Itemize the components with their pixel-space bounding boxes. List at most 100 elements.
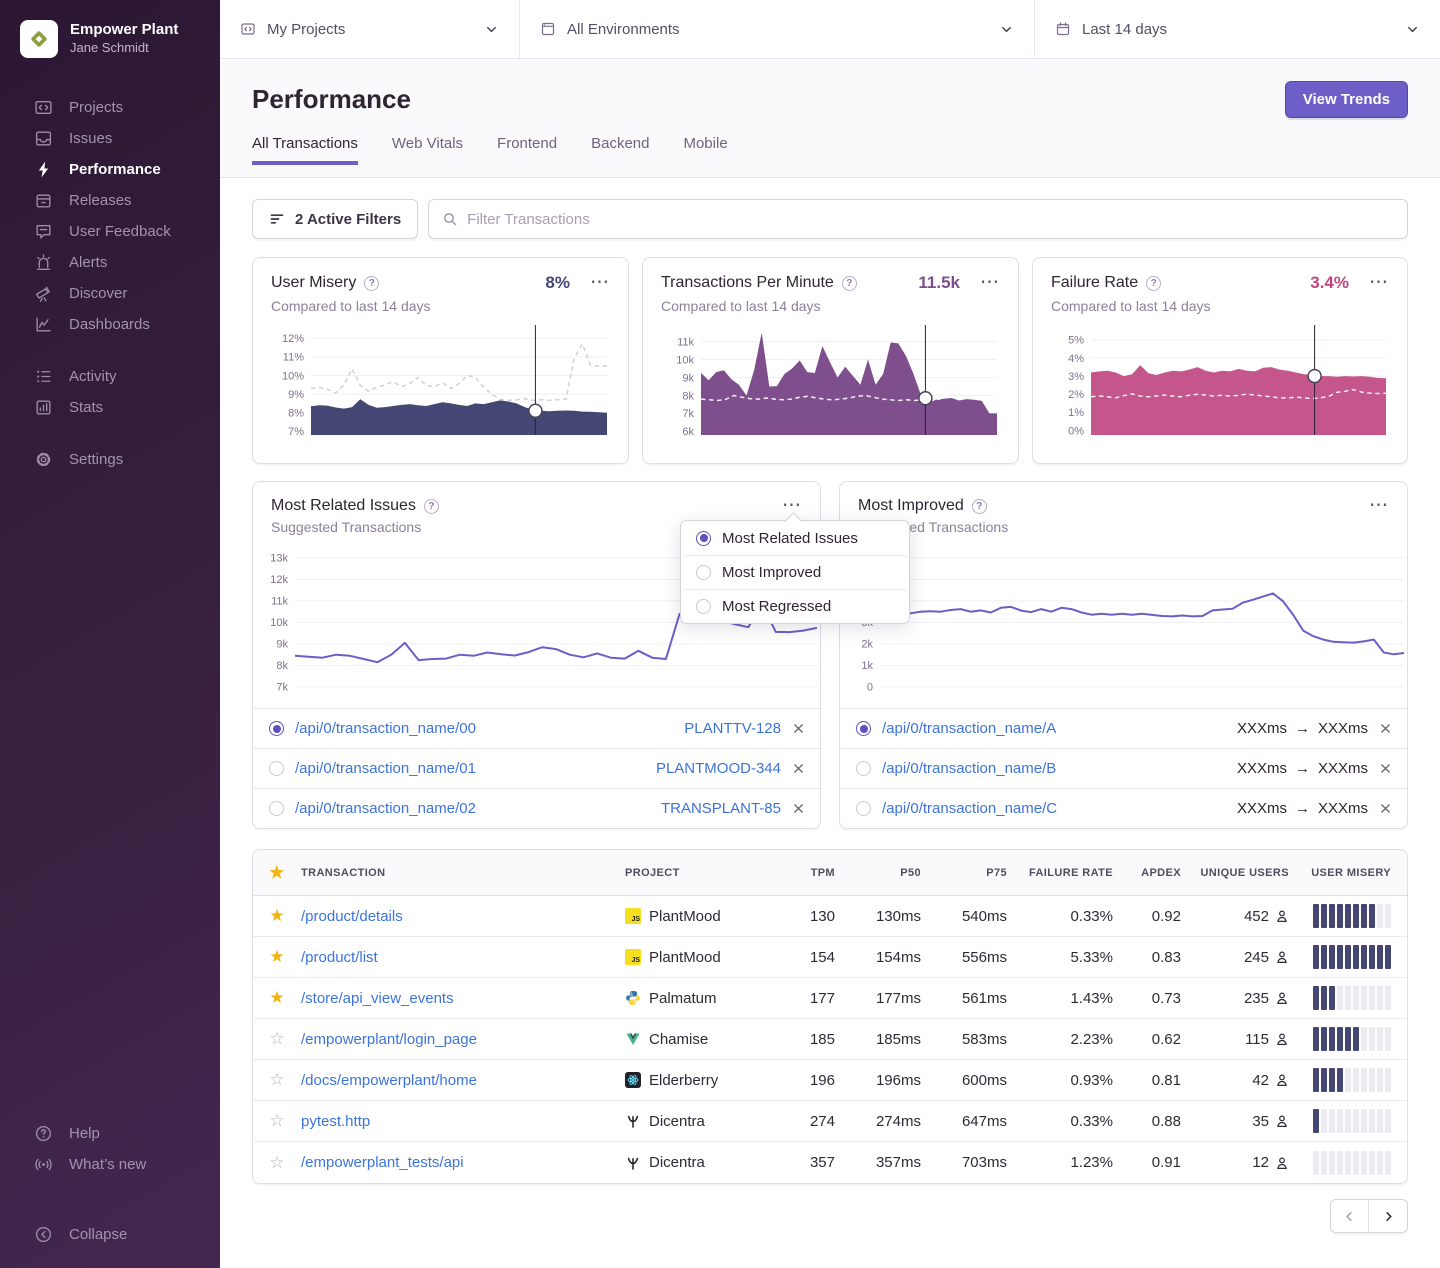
radio-button[interactable] xyxy=(269,801,284,816)
sidebar-item-stats[interactable]: Stats xyxy=(0,392,220,423)
radio-button[interactable] xyxy=(856,721,871,736)
close-icon[interactable] xyxy=(1380,723,1391,734)
transaction-link[interactable]: /product/details xyxy=(301,908,403,925)
sidebar-item-projects[interactable]: Projects xyxy=(0,92,220,123)
transaction-link[interactable]: pytest.http xyxy=(301,1113,370,1130)
transaction-link[interactable]: /api/0/transaction_name/C xyxy=(882,800,1057,817)
column-header: PROJECT xyxy=(625,867,765,879)
next-page-button[interactable] xyxy=(1369,1200,1407,1232)
transaction-link[interactable]: /api/0/transaction_name/01 xyxy=(295,760,476,777)
star-toggle[interactable]: ☆ xyxy=(253,1029,301,1049)
sidebar-item-releases[interactable]: Releases xyxy=(0,185,220,216)
star-toggle[interactable]: ☆ xyxy=(253,1070,301,1090)
close-icon[interactable] xyxy=(1380,803,1391,814)
project-name: PlantMood xyxy=(649,908,721,925)
transaction-link[interactable]: /product/list xyxy=(301,949,378,966)
radio-button[interactable] xyxy=(856,801,871,816)
tpm-value: 357 xyxy=(765,1154,835,1171)
transaction-link[interactable]: /empowerplant/login_page xyxy=(301,1031,477,1048)
issue-link[interactable]: PLANTTV-128 xyxy=(684,720,781,737)
sidebar-item-performance[interactable]: Performance xyxy=(0,154,220,185)
help-icon[interactable]: ? xyxy=(364,276,379,291)
sidebar-item-alerts[interactable]: Alerts xyxy=(0,247,220,278)
help-icon[interactable]: ? xyxy=(972,499,987,514)
more-options-icon[interactable]: ⋯ xyxy=(1369,501,1389,511)
more-options-icon[interactable]: ⋯ xyxy=(980,278,1000,288)
view-trends-button[interactable]: View Trends xyxy=(1285,81,1408,118)
active-filters-button[interactable]: 2 Active Filters xyxy=(252,199,418,239)
more-options-icon[interactable]: ⋯ xyxy=(1369,278,1389,288)
sidebar-item-whats-new[interactable]: What’s new xyxy=(0,1149,220,1180)
help-icon[interactable]: ? xyxy=(424,499,439,514)
tab-backend[interactable]: Backend xyxy=(591,135,649,165)
tab-frontend[interactable]: Frontend xyxy=(497,135,557,165)
transaction-link[interactable]: /store/api_view_events xyxy=(301,990,454,1007)
transaction-link[interactable]: /api/0/transaction_name/02 xyxy=(295,800,476,817)
sidebar-item-help[interactable]: Help xyxy=(0,1118,220,1149)
page-title: Performance xyxy=(252,84,411,115)
radio-button[interactable] xyxy=(269,761,284,776)
issue-link[interactable]: PLANTMOOD-344 xyxy=(656,760,781,777)
star-toggle[interactable]: ★ xyxy=(253,988,301,1008)
radio-button[interactable] xyxy=(269,721,284,736)
menu-item-most-related-issues[interactable]: Most Related Issues xyxy=(681,521,909,555)
issue-link[interactable]: TRANSPLANT-85 xyxy=(661,800,781,817)
transaction-link[interactable]: /api/0/transaction_name/00 xyxy=(295,720,476,737)
menu-item-label: Most Related Issues xyxy=(722,530,858,547)
tab-bar: All Transactions Web Vitals Frontend Bac… xyxy=(252,135,1408,165)
more-options-icon[interactable]: ⋯ xyxy=(590,278,610,288)
tab-all-transactions[interactable]: All Transactions xyxy=(252,135,358,165)
project-selector[interactable]: My Projects xyxy=(220,0,520,58)
user-icon xyxy=(1275,1114,1289,1128)
close-icon[interactable] xyxy=(793,723,804,734)
user-misery-bars xyxy=(1289,945,1407,969)
close-icon[interactable] xyxy=(793,763,804,774)
broadcast-icon xyxy=(34,1155,53,1174)
date-range-value: Last 14 days xyxy=(1082,21,1167,38)
help-icon[interactable]: ? xyxy=(1146,276,1161,291)
transaction-link[interactable]: /api/0/transaction_name/A xyxy=(882,720,1056,737)
star-toggle[interactable]: ★ xyxy=(253,906,301,926)
svg-text:12%: 12% xyxy=(282,333,304,345)
more-options-icon[interactable]: ⋯ xyxy=(782,501,802,511)
transaction-link[interactable]: /docs/empowerplant/home xyxy=(301,1072,477,1089)
apdex-value: 0.91 xyxy=(1113,1154,1181,1171)
related-transaction-list: /api/0/transaction_name/00 PLANTTV-128 /… xyxy=(253,708,820,828)
star-toggle[interactable]: ★ xyxy=(253,947,301,967)
radio-button[interactable] xyxy=(856,761,871,776)
svg-text:1%: 1% xyxy=(1068,407,1084,419)
active-filters-label: 2 Active Filters xyxy=(295,211,401,228)
tab-web-vitals[interactable]: Web Vitals xyxy=(392,135,463,165)
star-toggle[interactable]: ☆ xyxy=(253,1153,301,1173)
environment-selector[interactable]: All Environments xyxy=(520,0,1035,58)
sidebar-item-issues[interactable]: Issues xyxy=(0,123,220,154)
svg-text:10%: 10% xyxy=(282,370,304,382)
sidebar-collapse-button[interactable]: Collapse xyxy=(0,1219,220,1250)
platform-icon-javascript: JS xyxy=(625,908,641,924)
search-input[interactable] xyxy=(467,211,1394,228)
alerts-icon xyxy=(34,253,53,272)
sidebar-item-user-feedback[interactable]: User Feedback xyxy=(0,216,220,247)
transaction-link[interactable]: /api/0/transaction_name/B xyxy=(882,760,1056,777)
platform-icon-dicentra xyxy=(625,1155,641,1171)
pagination xyxy=(1330,1199,1408,1233)
project-cell: Dicentra xyxy=(625,1113,765,1130)
menu-item-most-improved[interactable]: Most Improved xyxy=(681,555,909,589)
date-range-selector[interactable]: Last 14 days xyxy=(1035,0,1440,58)
sidebar-item-settings[interactable]: Settings xyxy=(0,444,220,475)
close-icon[interactable] xyxy=(1380,763,1391,774)
help-icon[interactable]: ? xyxy=(842,276,857,291)
star-toggle[interactable]: ☆ xyxy=(253,1111,301,1131)
p50-value: 185ms xyxy=(835,1031,921,1048)
previous-page-button[interactable] xyxy=(1331,1200,1369,1232)
org-switcher[interactable]: Empower Plant Jane Schmidt xyxy=(0,0,220,58)
sidebar-item-discover[interactable]: Discover xyxy=(0,278,220,309)
sidebar-item-label: Issues xyxy=(69,130,112,147)
tab-mobile[interactable]: Mobile xyxy=(683,135,727,165)
sidebar-item-dashboards[interactable]: Dashboards xyxy=(0,309,220,340)
sidebar-item-activity[interactable]: Activity xyxy=(0,361,220,392)
close-icon[interactable] xyxy=(793,803,804,814)
releases-icon xyxy=(34,191,53,210)
menu-item-most-regressed[interactable]: Most Regressed xyxy=(681,589,909,623)
transaction-link[interactable]: /empowerplant_tests/api xyxy=(301,1154,464,1171)
